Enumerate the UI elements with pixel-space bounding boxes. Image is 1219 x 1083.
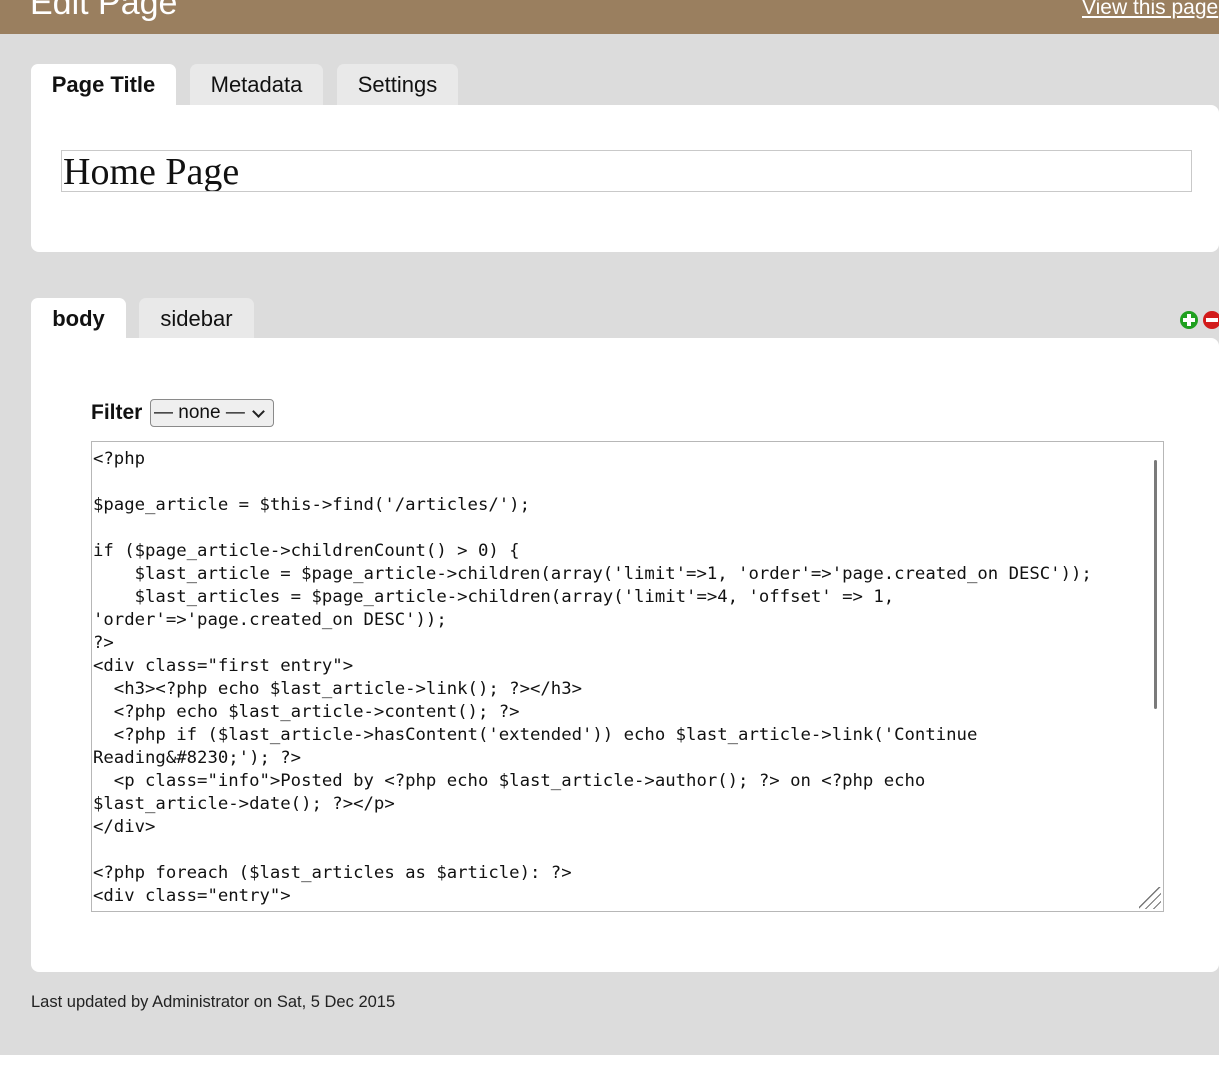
tab-sidebar[interactable]: sidebar (139, 298, 254, 339)
tab-metadata[interactable]: Metadata (190, 64, 323, 105)
textarea-scrollbar[interactable] (1154, 460, 1157, 709)
chevron-down-icon (252, 405, 265, 418)
last-updated-text: Last updated by Administrator on Sat, 5 … (31, 993, 396, 1011)
view-page-link[interactable]: View this page (1082, 0, 1218, 20)
add-part-icon[interactable] (1180, 311, 1198, 329)
filter-select[interactable]: — none — (150, 399, 274, 427)
page-title-input[interactable]: Home Page (61, 150, 1192, 192)
filter-label: Filter (91, 401, 143, 424)
filter-selected-value: — none — (154, 402, 245, 423)
body-content-textarea[interactable]: <?php $page_article = $this->find('/arti… (91, 441, 1164, 912)
tab-body[interactable]: body (31, 298, 126, 339)
tab-settings[interactable]: Settings (337, 64, 458, 105)
body-content-text: <?php $page_article = $this->find('/arti… (93, 449, 1092, 911)
remove-part-icon[interactable] (1203, 311, 1219, 329)
tab-page-title[interactable]: Page Title (31, 64, 176, 105)
page-heading: Edit Page (30, 0, 178, 22)
page-header: Edit Page View this page (0, 0, 1219, 34)
resize-grip-icon[interactable] (1139, 887, 1161, 909)
